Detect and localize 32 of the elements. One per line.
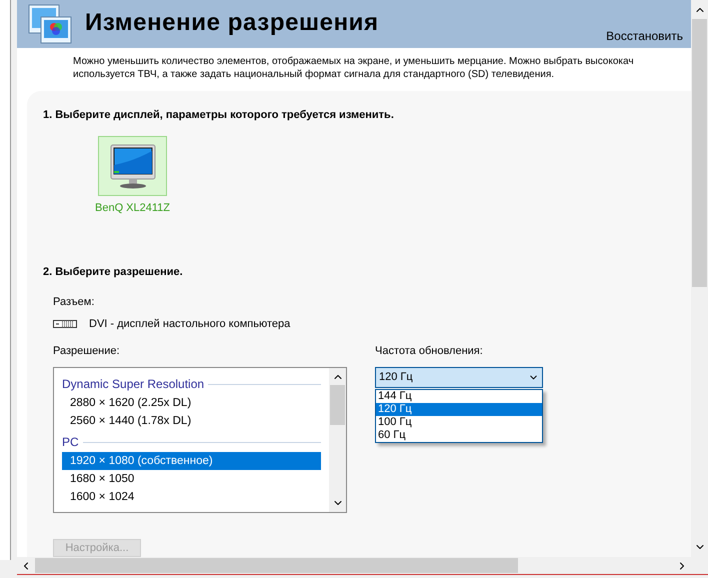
display-name: BenQ XL2411Z <box>95 200 170 216</box>
resolution-list[interactable]: Dynamic Super Resolution 2880 × 1620 (2.25x DL) 2560 × 1440 (1.78x DL) PC 1920 × 1080 (собственное) 1680 × 1050 1600 × 1024 <box>53 367 347 513</box>
connector-name: DVI - дисплей настольного компьютера <box>89 317 290 332</box>
scroll-thumb[interactable] <box>330 385 345 425</box>
scroll-thumb[interactable] <box>35 558 518 573</box>
group-header: Dynamic Super Resolution <box>62 376 204 393</box>
description-text: Можно уменьшить количество элементов, отображаемых на экране, и уменьшить мерцание. Можно выбрать высококач <box>73 55 635 68</box>
connector-icon <box>53 320 77 328</box>
description-text: используется ТВЧ, а также задать национальный формат сигнала для стандартного (SD) телевидения. <box>73 68 556 81</box>
display-tile[interactable] <box>98 136 167 196</box>
refresh-option[interactable]: 100 Гц <box>376 416 542 429</box>
connector-label: Разъем: <box>53 294 96 310</box>
refresh-option[interactable]: 120 Гц <box>376 403 542 416</box>
section-heading: 2. Выберите разрешение. <box>43 265 184 280</box>
refresh-value: 120 Гц <box>379 370 413 386</box>
resolution-item[interactable]: 2560 × 1440 (1.78x DL) <box>62 412 321 430</box>
resolution-item[interactable]: 1600 × 1024 <box>62 488 321 506</box>
restore-link[interactable]: Восстановить <box>606 27 683 45</box>
resolution-item[interactable]: 1920 × 1080 (собственное) <box>62 452 321 470</box>
refresh-dropdown[interactable]: 120 Гц <box>375 367 543 388</box>
list-scrollbar[interactable] <box>329 368 346 512</box>
refresh-option[interactable]: 60 Гц <box>376 429 542 442</box>
resolution-item[interactable]: 1680 × 1050 <box>62 470 321 488</box>
scroll-thumb[interactable] <box>692 19 707 287</box>
refresh-label: Частота обновления: <box>375 344 484 358</box>
monitor-icon <box>108 142 156 188</box>
resolution-item[interactable]: 2880 × 1620 (2.25x DL) <box>62 394 321 412</box>
refresh-option[interactable]: 144 Гц <box>376 390 542 403</box>
resolution-label: Разрешение: <box>53 344 121 358</box>
group-header: PC <box>62 434 79 451</box>
section-heading: 1. Выберите дисплей, параметры которого требуется изменить. <box>43 108 395 123</box>
page-title: Изменение разрешения <box>85 8 379 38</box>
